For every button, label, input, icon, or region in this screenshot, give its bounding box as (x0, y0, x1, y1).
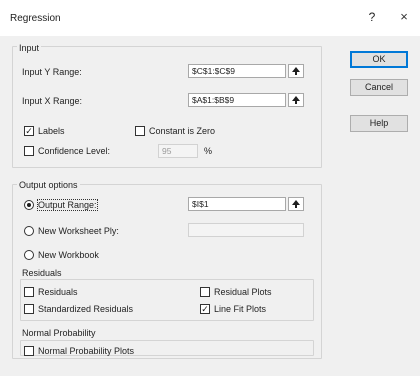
normal-probability-group-label: Normal Probability (22, 328, 96, 338)
checkmark-icon: ✓ (25, 126, 33, 136)
labels-label: Labels (38, 126, 65, 136)
standardized-residuals-checkbox[interactable] (24, 304, 34, 314)
residuals-group-label: Residuals (22, 268, 62, 278)
residuals-group (20, 279, 314, 321)
x-range-selector-button[interactable] (288, 93, 304, 107)
confidence-level-field[interactable]: 95 (158, 144, 198, 158)
dialog-title: Regression (10, 13, 61, 24)
residuals-checkbox[interactable] (24, 287, 34, 297)
help-button[interactable]: Help (350, 115, 408, 132)
range-selector-icon (292, 200, 300, 208)
output-range-field[interactable]: $I$1 (188, 197, 286, 211)
confidence-level-label: Confidence Level: (38, 146, 111, 156)
new-workbook-label: New Workbook (38, 250, 99, 260)
constant-zero-label: Constant is Zero (149, 126, 216, 136)
line-fit-plots-checkbox[interactable]: ✓ (200, 304, 210, 314)
constant-zero-checkbox[interactable] (135, 126, 145, 136)
residual-plots-label: Residual Plots (214, 287, 272, 297)
output-range-selector-button[interactable] (288, 197, 304, 211)
checkmark-icon: ✓ (201, 304, 209, 314)
ok-button[interactable]: OK (350, 51, 408, 68)
range-selector-icon (292, 96, 300, 104)
input-x-range-label: Input X Range: (22, 96, 83, 106)
regression-dialog: Regression ? × Input Input Y Range: $C$1… (0, 0, 420, 376)
residuals-label: Residuals (38, 287, 78, 297)
new-worksheet-ply-label: New Worksheet Ply: (38, 226, 119, 236)
input-y-range-field[interactable]: $C$1:$C$9 (188, 64, 286, 78)
new-workbook-radio[interactable] (24, 250, 34, 260)
new-worksheet-ply-radio[interactable] (24, 226, 34, 236)
input-x-range-field[interactable]: $A$1:$B$9 (188, 93, 286, 107)
output-range-radio[interactable] (24, 200, 34, 210)
close-icon[interactable]: × (397, 9, 411, 24)
new-worksheet-ply-field[interactable] (188, 223, 304, 237)
cancel-button[interactable]: Cancel (350, 79, 408, 96)
range-selector-icon (292, 67, 300, 75)
y-range-selector-button[interactable] (288, 64, 304, 78)
output-range-label: Output Range: (37, 199, 98, 211)
residual-plots-checkbox[interactable] (200, 287, 210, 297)
input-group-label: Input (17, 43, 42, 53)
title-bar: Regression ? × (0, 0, 420, 36)
line-fit-plots-label: Line Fit Plots (214, 304, 267, 314)
input-y-range-label: Input Y Range: (22, 67, 82, 77)
standardized-residuals-label: Standardized Residuals (38, 304, 134, 314)
labels-checkbox[interactable]: ✓ (24, 126, 34, 136)
help-icon[interactable]: ? (365, 10, 379, 24)
normal-probability-plots-checkbox[interactable] (24, 346, 34, 356)
normal-probability-plots-label: Normal Probability Plots (38, 346, 135, 356)
confidence-unit: % (204, 146, 213, 156)
output-options-label: Output options (17, 180, 80, 190)
confidence-level-checkbox[interactable] (24, 146, 34, 156)
